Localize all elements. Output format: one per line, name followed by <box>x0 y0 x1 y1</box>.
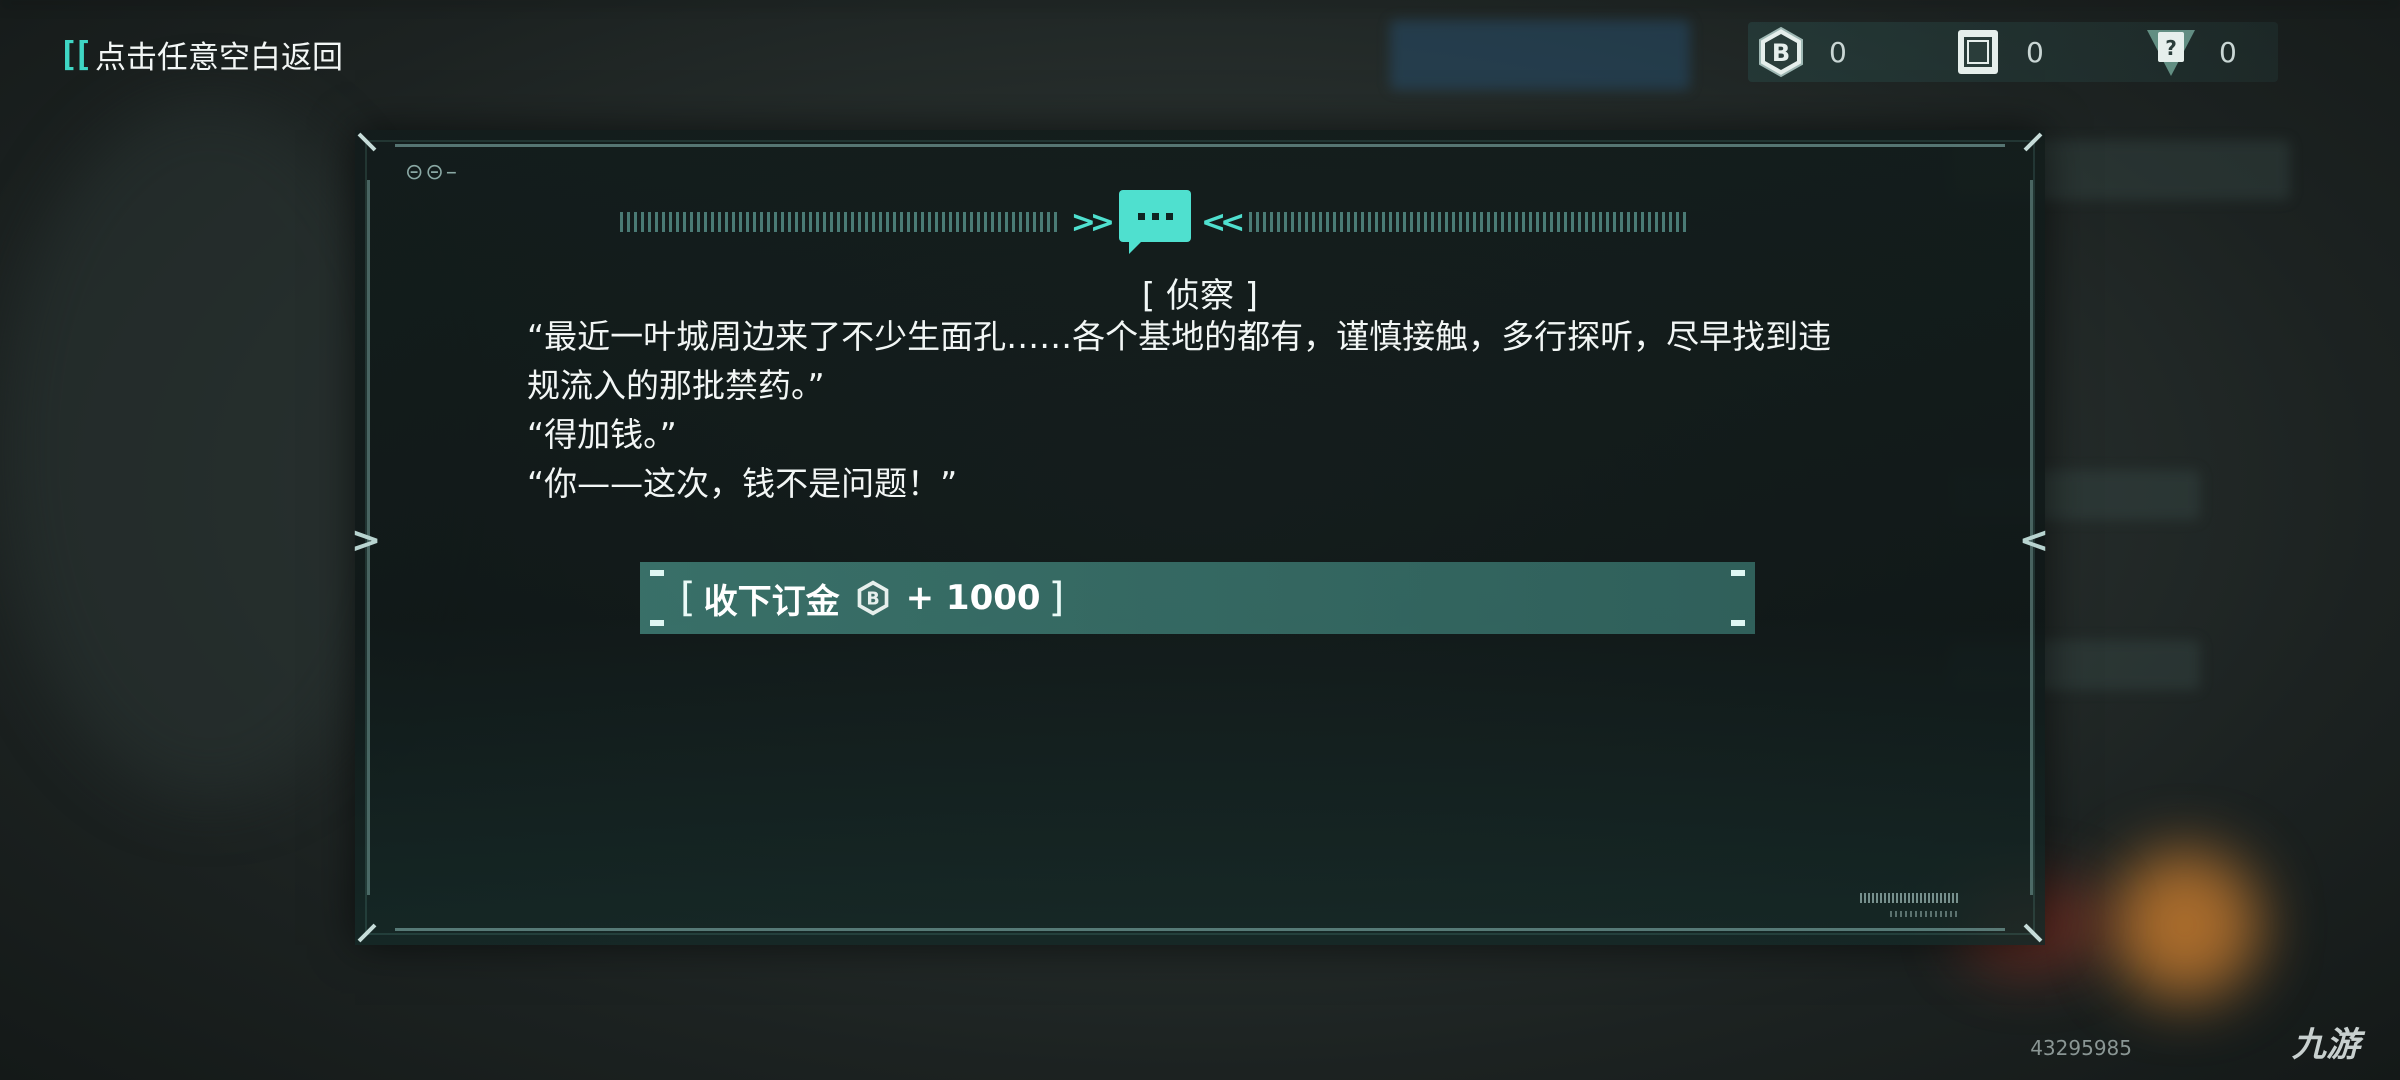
bracket-open: [ <box>680 575 696 621</box>
dialog-line: “最近一叶城周边来了不少生面孔……各个基地的都有，谨慎接触，多行探听，尽早找到违… <box>527 317 1832 405</box>
currency-chip-card: 0 <box>1952 22 2044 82</box>
chip-card-icon <box>1952 26 2004 78</box>
chevron-left-icon: < <box>2018 520 2049 561</box>
watermark-id: 43295985 <box>2030 1036 2132 1060</box>
mystery-card-count: 0 <box>2219 35 2237 69</box>
corner-mark-top-right <box>2023 132 2043 152</box>
dialog-line: “你——这次，钱不是问题！” <box>527 464 958 503</box>
bit-coin-icon: B <box>1755 26 1807 78</box>
button-corner <box>650 570 664 576</box>
dialog-header-bar: >> << <box>620 190 1690 254</box>
corner-mark-bottom-left <box>357 923 377 943</box>
dialog-title: [ 侦察 ] <box>1141 276 1259 316</box>
frame-bottom-edge <box>395 928 2005 931</box>
decor-barcode-small <box>1890 911 1960 917</box>
frame-border <box>365 140 2035 935</box>
svg-text:B: B <box>866 590 879 610</box>
currency-bit-coin: B 0 <box>1755 22 1847 82</box>
button-corner <box>1731 620 1745 626</box>
decor-barcode <box>1860 893 1960 903</box>
button-corner <box>1731 570 1745 576</box>
tap-to-return-hint[interactable]: [[ 点击任意空白返回 <box>58 32 343 77</box>
chevron-right-icon: > <box>351 520 382 561</box>
header-stripes-left <box>620 212 1061 232</box>
corner-mark-bottom-right <box>2023 923 2043 943</box>
deposit-amount: + 1000 <box>905 578 1041 618</box>
bit-coin-count: 0 <box>1829 35 1847 69</box>
dialog-line: “得加钱。” <box>527 415 677 454</box>
tap-to-return-label: 点击任意空白返回 <box>94 40 343 76</box>
svg-text:B: B <box>1772 39 1790 67</box>
button-corner <box>650 620 664 626</box>
accept-deposit-button[interactable]: [ 收下订金 B + 1000 ] <box>640 562 1755 634</box>
event-dialog-panel: ⊝⊝– > < >> << [ 侦察 ] “最近一叶城周边来了不少生面孔……各个… <box>351 130 2049 945</box>
chat-bubble-icon <box>1119 190 1191 254</box>
currency-mystery-card: ? 0 <box>2145 22 2237 82</box>
dialog-text: “最近一叶城周边来了不少生面孔……各个基地的都有，谨慎接触，多行探听，尽早找到违… <box>527 312 1857 508</box>
double-bracket-icon: [[ <box>58 34 93 75</box>
chip-card-count: 0 <box>2026 35 2044 69</box>
header-stripes-right <box>1249 212 1690 232</box>
bit-coin-icon: B <box>854 579 892 617</box>
double-chevron-right-icon: >> <box>1070 204 1115 240</box>
corner-mark-top-left <box>357 132 377 152</box>
mystery-card-icon: ? <box>2145 26 2197 78</box>
decor-dots: ⊝⊝– <box>405 160 459 185</box>
svg-text:?: ? <box>2165 36 2177 60</box>
accept-deposit-label: 收下订金 <box>703 581 840 622</box>
bracket-close: ] <box>1048 575 1065 621</box>
frame-top-edge <box>395 144 2005 147</box>
double-chevron-left-icon: << <box>1201 204 1245 240</box>
site-logo: 九游 <box>2292 1025 2360 1065</box>
